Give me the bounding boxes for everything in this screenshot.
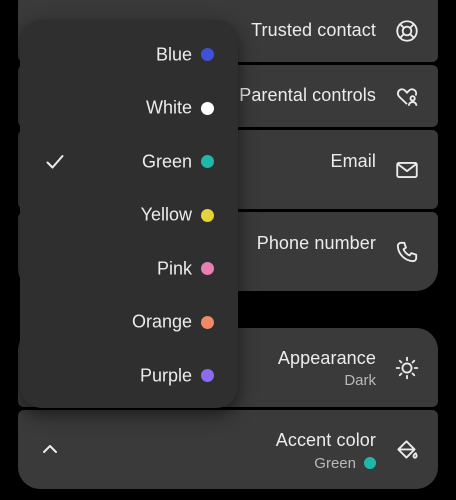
- menu-item-label: Yellow: [140, 204, 192, 225]
- accent-color-value: Green: [314, 455, 376, 472]
- color-swatch: [201, 48, 214, 61]
- menu-item-white[interactable]: White: [20, 82, 238, 135]
- accent-color-value-text: Green: [314, 455, 356, 472]
- parental-controls-label: Parental controls: [239, 85, 376, 105]
- appearance-value: Dark: [344, 372, 376, 389]
- envelope-icon: [394, 157, 420, 183]
- menu-item-label: Purple: [139, 365, 192, 385]
- settings-screen: Trusted contact Parental controls Email: [0, 0, 456, 500]
- phone-number-label: Phone number: [256, 233, 376, 253]
- accent-color-row[interactable]: Accent color Green: [18, 410, 438, 489]
- menu-item-green[interactable]: Green: [20, 135, 238, 188]
- heart-person-icon: [394, 83, 420, 109]
- phone-icon: [394, 239, 420, 265]
- color-swatch: [201, 262, 214, 275]
- chevron-up-icon[interactable]: [40, 439, 60, 459]
- accent-color-swatch: [364, 457, 376, 470]
- menu-item-orange[interactable]: Orange: [20, 296, 238, 349]
- lifebuoy-icon: [394, 18, 420, 44]
- color-swatch: [201, 208, 214, 222]
- trusted-contact-label: Trusted contact: [251, 20, 376, 40]
- color-swatch: [201, 369, 214, 382]
- menu-item-label: Green: [141, 151, 192, 171]
- menu-item-label: Orange: [131, 311, 192, 332]
- menu-item-yellow[interactable]: Yellow: [20, 189, 238, 242]
- accent-color-label: Accent color: [275, 430, 376, 450]
- email-label: Email: [330, 151, 376, 171]
- appearance-label: Appearance: [277, 348, 376, 368]
- menu-item-label: White: [145, 97, 192, 118]
- menu-item-purple[interactable]: Purple: [20, 349, 238, 402]
- menu-item-label: Pink: [156, 258, 192, 278]
- color-swatch: [201, 315, 214, 329]
- menu-item-pink[interactable]: Pink: [20, 242, 238, 295]
- checkmark-icon: [44, 151, 66, 173]
- menu-item-label: Blue: [155, 44, 192, 64]
- menu-item-blue[interactable]: Blue: [20, 28, 238, 81]
- sun-icon: [394, 355, 420, 381]
- color-swatch: [201, 155, 214, 168]
- paint-bucket-icon: [394, 437, 420, 463]
- color-swatch: [201, 101, 214, 115]
- accent-color-menu: Blue White Green Yellow Pink Orange Purple: [20, 20, 238, 408]
